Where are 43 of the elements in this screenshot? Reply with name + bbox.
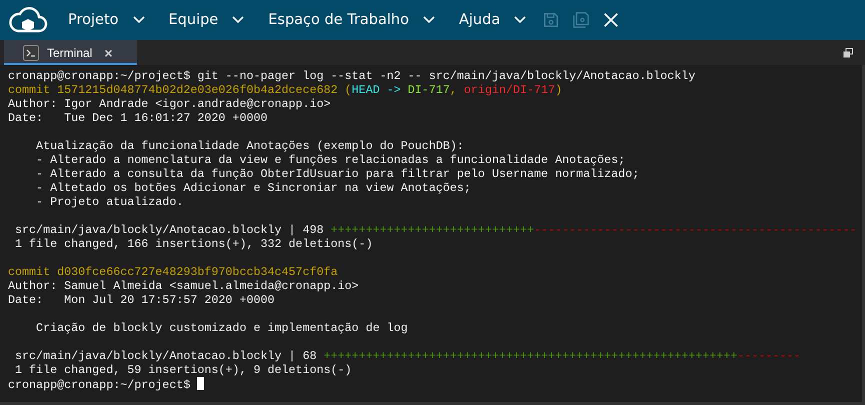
restore-window-icon[interactable]: [843, 48, 853, 58]
close-icon[interactable]: [602, 11, 620, 29]
terminal-text: Author: Igor Andrade <igor.andrade@cronapp.io>: [8, 97, 331, 111]
menu-item[interactable]: Equipe: [160, 12, 252, 28]
terminal-text: Atualização da funcionalidade Anotações (exemplo do PouchDB):: [35, 139, 464, 153]
terminal-text: commit 1571215d048774b02d2e03e026f0b4a2dcece682 (: [8, 83, 352, 97]
terminal-tab[interactable]: Terminal ×: [4, 40, 137, 65]
tab-close-button[interactable]: ×: [104, 44, 113, 60]
terminal-text: 1 file changed, 166 insertions(+), 332 deletions(-): [14, 237, 373, 251]
terminal-text: ----------------------------------------------: [534, 223, 857, 237]
chevron-down-icon: [514, 16, 526, 24]
terminal-text: Author: Samuel Almeida <samuel.almeida@cronapp.io>: [8, 279, 359, 293]
terminal-text: ,: [450, 83, 458, 97]
text-cursor: [197, 377, 204, 390]
chevron-down-icon: [132, 16, 145, 24]
menu-item[interactable]: Espaço de Trabalho: [260, 12, 443, 28]
terminal-text: +++++++++++++++++++++++++++++++++++++++++++++++++++++++++++: [324, 349, 738, 363]
chevron-down-icon: [422, 16, 435, 24]
terminal-icon: [23, 44, 39, 60]
terminal-text: - Alterado a nomenclatura da view e funções relacionadas a funcionalidade Anotações;: [35, 153, 626, 167]
terminal-text: origin/DI-717: [464, 83, 556, 97]
tab-label: Terminal: [47, 46, 92, 60]
terminal-text: - Alterado a consulta da função ObterIdUsuario para filtrar pelo Username normalizado;: [35, 167, 640, 181]
terminal-text: Date: Mon Jul 20 17:57:57 2020 +0000: [8, 293, 275, 307]
terminal-text: 1 file changed, 59 insertions(+), 9 deletions(-): [14, 363, 352, 377]
terminal-text: HEAD ->: [352, 83, 402, 97]
terminal-text: commit d030fce66cc727e48293bf970bccb34c457cf0fa: [8, 265, 338, 279]
terminal-text: ): [555, 83, 562, 97]
menu-item[interactable]: Ajuda: [450, 12, 534, 28]
terminal-text: cronapp@cronapp:~/project$ git --no-pager log --stat -n2 -- src/main/java/blockly/Anotacao.blockly: [8, 69, 696, 83]
terminal-text: DI-717: [408, 83, 450, 97]
chevron-down-icon: [232, 16, 244, 24]
terminal-text: src/main/java/blockly/Anotacao.blockly | 68: [14, 349, 318, 363]
terminal-text: ---------: [737, 349, 801, 363]
terminal-text: Criação de blockly customizado e implementação de log: [35, 321, 408, 335]
terminal-text: - Projeto atualizado.: [35, 195, 184, 209]
terminal-text: cronapp@cronapp:~/project$: [8, 378, 192, 392]
menu-item[interactable]: Projeto: [60, 12, 153, 28]
cloud-logo-icon: [8, 5, 48, 35]
terminal-text: src/main/java/blockly/Anotacao.blockly | 498: [14, 223, 325, 237]
terminal-text: - Altetado os botões Adicionar e Sincroniar na view Anotações;: [35, 181, 471, 195]
terminal-text: +++++++++++++++++++++++++++++: [330, 223, 534, 237]
terminal-text: Date: Tue Dec 1 16:01:27 2020 +0000: [8, 111, 268, 125]
